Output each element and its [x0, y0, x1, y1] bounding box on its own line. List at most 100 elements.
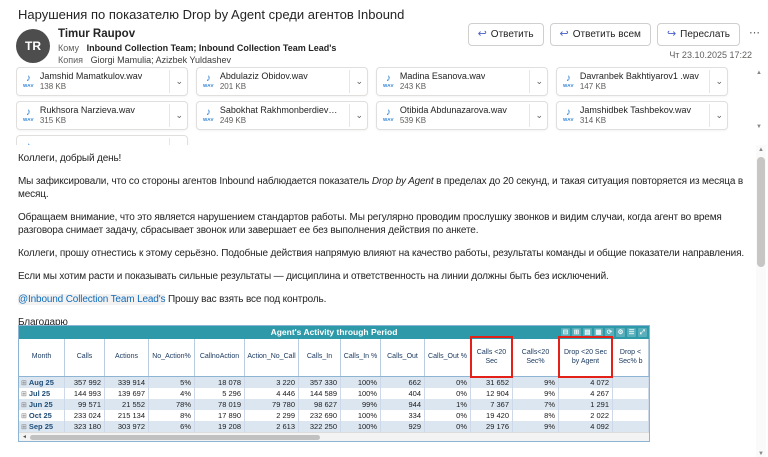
- toolbar-icon-menu[interactable]: ☰: [627, 328, 636, 337]
- attachment-card[interactable]: ♪ WAV Rukhsora Narzieva.wav 315 KB ⌄: [16, 101, 188, 130]
- table-cell-calls_lt20_sec_pct: 7%: [513, 399, 559, 410]
- attachment-options-chevron-icon[interactable]: ⌄: [169, 138, 183, 145]
- column-header-calls[interactable]: Calls: [65, 339, 105, 376]
- table-row[interactable]: ⊞ Jul 25 144 993 139 697 4% 5 296 4 446 144 589…: [19, 388, 649, 399]
- attachments-grid: ♪ WAV Jamshid Mamatkulov.wav 138 KB ⌄ ♪ …: [16, 67, 738, 145]
- forward-icon: ↪: [666, 28, 677, 40]
- table-horizontal-scrollbar[interactable]: ◄: [19, 432, 649, 441]
- table-cell-calls_in_pct: 99%: [341, 399, 381, 410]
- attachment-card[interactable]: ♪ WAV Davranbek Bakhtiyarov1 .wav 147 KB…: [556, 67, 728, 96]
- expand-row-icon[interactable]: ⊞: [21, 390, 27, 398]
- reply-button[interactable]: ↩ Ответить: [467, 23, 544, 46]
- scroll-down-icon[interactable]: ▼: [756, 451, 766, 457]
- column-header-no_action_pct[interactable]: No_Action%: [149, 339, 195, 376]
- column-header-drop_lt20_sec_pct[interactable]: Drop < Sec% b: [613, 339, 649, 376]
- table-cell-no_action_pct: 4%: [149, 388, 195, 399]
- attachment-options-chevron-icon[interactable]: ⌄: [709, 70, 723, 93]
- attachment-options-chevron-icon[interactable]: ⌄: [529, 70, 543, 93]
- table-cell-calls_in_pct: 100%: [341, 421, 381, 432]
- table-cell-calls_lt20_sec_pct: 9%: [513, 388, 559, 399]
- column-header-call_no_action[interactable]: CallnoAction: [195, 339, 245, 376]
- reply-all-icon: ↩: [559, 28, 569, 40]
- expand-row-icon[interactable]: ⊞: [21, 423, 27, 431]
- column-header-drop_lt20_sec_by_agent[interactable]: Drop <20 Sec by Agent: [558, 336, 613, 378]
- toolbar-icon-chart[interactable]: ▤: [583, 328, 592, 337]
- sender-avatar[interactable]: TR: [16, 29, 50, 63]
- attachment-card[interactable]: ♪ WAV Abdulaziz Obidov.wav 201 KB ⌄: [196, 67, 368, 96]
- attachment-card[interactable]: ♪ WAV Sabokhat Rakhmonberdieva.wav 249 K…: [196, 101, 368, 130]
- attachment-options-chevron-icon[interactable]: ⌄: [169, 70, 183, 93]
- horizontal-scroll-thumb[interactable]: [29, 434, 320, 440]
- cc-recipients[interactable]: Giorgi Mamulia; Azizbek Yuldashev: [91, 55, 231, 65]
- attachment-card[interactable]: ♪ WAV Otibida Abdunazarova.wav 539 KB ⌄: [376, 101, 548, 130]
- table-row[interactable]: ⊞ Aug 25 357 992 339 914 5% 18 078 3 220 357 33…: [19, 377, 649, 388]
- attachment-options-chevron-icon[interactable]: ⌄: [349, 104, 363, 127]
- column-header-calls_lt20_sec[interactable]: Calls <20 Sec: [470, 336, 513, 378]
- toolbar-icon-grid[interactable]: ▦: [594, 328, 603, 337]
- expand-row-icon[interactable]: ⊞: [21, 379, 27, 387]
- attachments-scroll-up-icon[interactable]: ▲: [756, 70, 762, 76]
- table-cell-calls_in_pct: 100%: [341, 410, 381, 421]
- table-cell-calls_in: 144 589: [299, 388, 341, 399]
- attachment-options-chevron-icon[interactable]: ⌄: [349, 70, 363, 93]
- scroll-up-icon[interactable]: ▲: [756, 145, 766, 155]
- table-cell-drop_lt20_sec_by_agent: 4 267: [559, 388, 613, 399]
- column-header-calls_out[interactable]: Calls_Out: [381, 339, 425, 376]
- table-cell-calls_out_pct: 0%: [425, 377, 471, 388]
- table-row[interactable]: ⊞ Sep 25 323 180 303 972 6% 19 208 2 613 322 25…: [19, 421, 649, 432]
- attachment-card[interactable]: ♪ WAV Madina Esanova.wav 243 KB ⌄: [376, 67, 548, 96]
- table-cell-call_no_action: 18 078: [195, 377, 245, 388]
- email-reading-pane: Нарушения по показателю Drop by Agent ср…: [0, 0, 768, 457]
- attachments-scroll-down-icon[interactable]: ▼: [756, 124, 762, 130]
- table-row[interactable]: ⊞ Jun 25 99 571 21 552 78% 78 019 79 780 98 627…: [19, 399, 649, 410]
- column-header-calls_in_pct[interactable]: Calls_In %: [341, 339, 381, 376]
- attachment-options-chevron-icon[interactable]: ⌄: [169, 104, 183, 127]
- mention-link[interactable]: @Inbound Collection Team Lead's: [18, 294, 165, 305]
- attachment-size: 539 KB: [399, 116, 427, 126]
- toolbar-icon-export[interactable]: ⤢: [638, 328, 647, 337]
- table-cell-calls: 233 024: [65, 410, 105, 421]
- table-cell-drop_lt20_sec_by_agent: 2 022: [559, 410, 613, 421]
- table-cell-drop_lt20_sec_pct: [613, 377, 649, 388]
- main-vertical-scrollbar[interactable]: ▲ ▼: [756, 145, 766, 457]
- audio-file-icon: ♪ WAV: [383, 73, 394, 89]
- table-cell-calls: 323 180: [65, 421, 105, 432]
- audio-file-icon: ♪ WAV: [563, 73, 574, 89]
- column-header-month[interactable]: Month: [19, 339, 65, 376]
- column-header-calls_out_pct[interactable]: Calls_Out %: [425, 339, 471, 376]
- more-actions-icon[interactable]: ⋯: [749, 26, 760, 39]
- table-cell-calls_lt20_sec_pct: 8%: [513, 410, 559, 421]
- column-header-calls_in[interactable]: Calls_In: [299, 339, 341, 376]
- table-cell-action_no_call: 2 613: [245, 421, 299, 432]
- expand-row-icon[interactable]: ⊞: [21, 412, 27, 420]
- attachment-options-chevron-icon[interactable]: ⌄: [709, 104, 723, 127]
- table-row[interactable]: ⊞ Oct 25 233 024 215 134 8% 17 890 2 299 232 69…: [19, 410, 649, 421]
- attachment-card[interactable]: ♪ WAV Jamshidbek Tashbekov.wav 314 KB ⌄: [556, 101, 728, 130]
- table-cell-no_action_pct: 6%: [149, 421, 195, 432]
- column-header-action_no_call[interactable]: Action_No_Call: [245, 339, 299, 376]
- table-cell-action_no_call: 79 780: [245, 399, 299, 410]
- to-recipients[interactable]: Inbound Collection Team; Inbound Collect…: [87, 43, 337, 53]
- sender-name[interactable]: Timur Raupov: [58, 28, 135, 40]
- attachment-size: 147 KB: [579, 82, 607, 92]
- column-header-calls_lt20_sec_pct[interactable]: Calls<20 Sec%: [513, 339, 559, 376]
- toolbar-icon-expand[interactable]: ⊞: [572, 328, 581, 337]
- attachment-card[interactable]: ♪ WAV Mokhinabonu Bekmurodova.wav ⌄: [16, 135, 188, 145]
- toolbar-icon-collapse[interactable]: ⊟: [561, 328, 570, 337]
- table-cell-calls_out_pct: 0%: [425, 410, 471, 421]
- drop-by-agent-term: Drop by Agent: [371, 176, 434, 187]
- reply-all-button[interactable]: ↩ Ответить всем: [549, 23, 651, 46]
- attachment-options-chevron-icon[interactable]: ⌄: [529, 104, 543, 127]
- vertical-scroll-thumb[interactable]: [757, 157, 765, 267]
- body-paragraph: Коллеги, прошу отнестись к этому серьёзн…: [18, 248, 744, 259]
- toolbar-icon-refresh[interactable]: ⟳: [605, 328, 614, 337]
- forward-button[interactable]: ↪ Переслать: [656, 23, 740, 46]
- scroll-left-icon[interactable]: ◄: [19, 434, 30, 440]
- expand-row-icon[interactable]: ⊞: [21, 401, 27, 409]
- table-cell-actions: 21 552: [105, 399, 149, 410]
- column-header-actions[interactable]: Actions: [105, 339, 149, 376]
- toolbar-icon-settings[interactable]: ⚙: [616, 328, 625, 337]
- to-line: Кому Inbound Collection Team; Inbound Co…: [58, 43, 336, 53]
- attachment-card[interactable]: ♪ WAV Jamshid Mamatkulov.wav 138 KB ⌄: [16, 67, 188, 96]
- table-cell-calls_out: 334: [381, 410, 425, 421]
